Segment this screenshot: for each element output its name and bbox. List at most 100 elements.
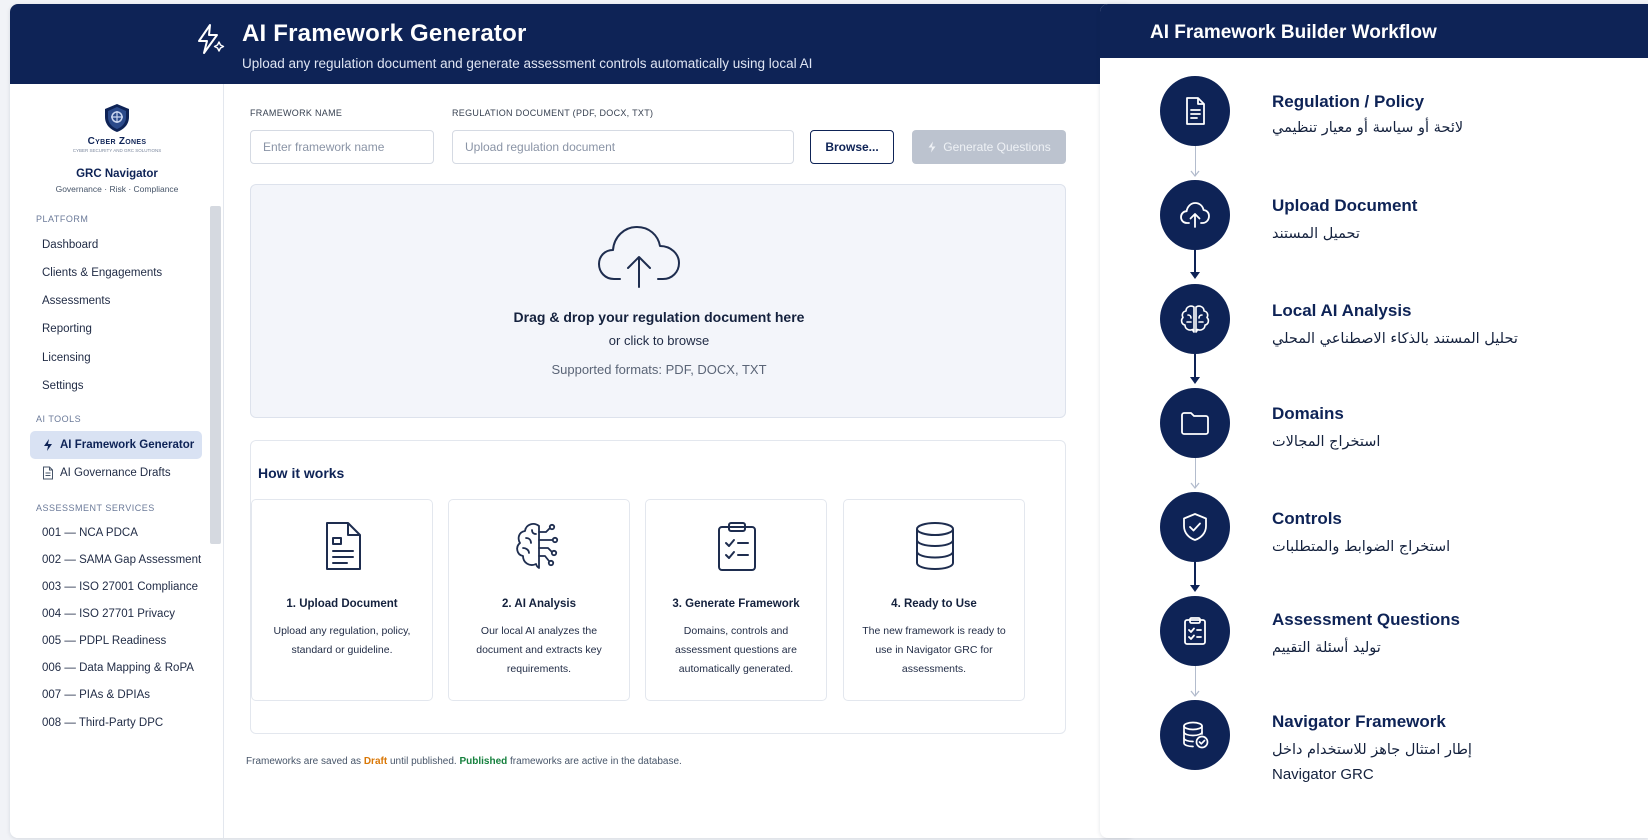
document-icon xyxy=(43,466,53,480)
how-step-description: The new framework is ready to use in Nav… xyxy=(862,625,1006,675)
workflow-header: AI Framework Builder Workflow xyxy=(1100,4,1648,58)
dropzone-title: Drag & drop your regulation document her… xyxy=(513,309,805,325)
how-step-description: Domains, controls and assessment questio… xyxy=(675,625,797,675)
arrow-down-icon xyxy=(1190,272,1200,279)
sidebar-item-clients-engagements[interactable]: Clients & Engagements xyxy=(42,267,162,279)
brain-icon xyxy=(516,523,559,569)
section-label-ai-tools: AI TOOLS xyxy=(36,414,82,424)
sidebar-item-dashboard[interactable]: Dashboard xyxy=(42,239,98,251)
sidebar: Cyber Zones CYBER SECURITY AND GRC SOLUT… xyxy=(10,84,224,838)
section-label-assessment-services: ASSESSMENT SERVICES xyxy=(36,503,155,513)
arrow-down-icon xyxy=(1190,170,1200,178)
document-icon xyxy=(326,522,361,570)
sidebar-item-label: AI Framework Generator xyxy=(60,439,195,451)
workflow-step-arabic: لائحة أو سياسة أو معيار تنظيمي xyxy=(1272,120,1464,136)
workflow-panel: AI Framework Builder Workflow Regulation… xyxy=(1100,4,1648,838)
document-icon xyxy=(1186,97,1205,125)
bolt-icon xyxy=(44,439,52,451)
sidebar-item-service-002[interactable]: 002 — SAMA Gap Assessment xyxy=(42,554,201,566)
clipboard-icon xyxy=(718,522,756,571)
sidebar-item-service-007[interactable]: 007 — PIAs & DPIAs xyxy=(42,689,150,701)
bolt-icon xyxy=(928,141,936,153)
sidebar-item-reporting[interactable]: Reporting xyxy=(42,323,92,335)
workflow-step-arabic: توليد أسئلة التقييم xyxy=(1272,640,1381,656)
workflow-step-title: Controls xyxy=(1272,509,1342,528)
how-step-title: 1. Upload Document xyxy=(286,598,398,610)
workflow-step-arabic: إطار امتثال جاهز للاستخدام داخل xyxy=(1272,742,1472,758)
folder-icon xyxy=(1181,412,1209,435)
sidebar-item-service-003[interactable]: 003 — ISO 27001 Compliance xyxy=(42,581,198,593)
cloud-upload-icon xyxy=(598,226,680,288)
workflow-step-product-name: Navigator GRC xyxy=(1272,766,1374,783)
how-step-title: 3. Generate Framework xyxy=(672,598,800,610)
workflow-step-circle xyxy=(1160,76,1230,146)
database-check-icon xyxy=(1183,721,1209,749)
section-label-platform: PLATFORM xyxy=(36,214,89,224)
dropzone-supported-formats: Supported formats: PDF, DOCX, TXT xyxy=(551,362,767,377)
regulation-document-input[interactable] xyxy=(452,130,794,164)
clipboard-icon xyxy=(1184,617,1206,645)
regulation-document-label: REGULATION DOCUMENT (PDF, DOCX, TXT) xyxy=(452,108,654,118)
how-step-card: 3. Generate Framework Domains, controls … xyxy=(645,499,827,701)
database-icon xyxy=(916,522,954,571)
sidebar-item-service-004[interactable]: 004 — ISO 27701 Privacy xyxy=(42,608,175,620)
page-header: AI Framework Generator Upload any regula… xyxy=(10,4,1134,84)
logo-tagline: CYBER SECURITY AND GRC SOLUTIONS xyxy=(72,148,162,153)
dropzone-browse-hint[interactable]: or click to browse xyxy=(251,333,1067,348)
how-step-title: 4. Ready to Use xyxy=(891,598,977,610)
sidebar-item-service-005[interactable]: 005 — PDPL Readiness xyxy=(42,635,166,647)
main-window: AI Framework Generator Upload any regula… xyxy=(10,4,1134,838)
sidebar-item-service-001[interactable]: 001 — NCA PDCA xyxy=(42,527,138,539)
workflow-step-circle xyxy=(1160,700,1230,770)
how-step-title: 2. AI Analysis xyxy=(502,598,576,610)
sparkle-bolt-icon xyxy=(198,24,225,54)
workflow-step-title: Domains xyxy=(1272,404,1344,423)
how-step-card: 4. Ready to Use The new framework is rea… xyxy=(843,499,1025,701)
workflow-step-title: Upload Document xyxy=(1272,196,1418,215)
brand-tagline: Governance · Risk · Compliance xyxy=(55,184,179,194)
note-prefix: Frameworks are saved as xyxy=(246,756,362,767)
workflow-step-arabic: تحليل المستند بالذكاء الاصطناعي المحلي xyxy=(1272,331,1518,347)
page-title: AI Framework Generator xyxy=(242,20,527,47)
arrow-down-icon xyxy=(1190,690,1200,698)
sidebar-item-ai-governance-drafts[interactable]: AI Governance Drafts xyxy=(60,467,171,479)
brand-name: GRC Navigator xyxy=(76,168,158,180)
brain-icon xyxy=(1180,305,1210,333)
cloud-upload-icon xyxy=(1180,202,1210,228)
shield-logo-icon xyxy=(105,104,129,132)
workflow-step-circle xyxy=(1160,492,1230,562)
browse-button[interactable]: Browse... xyxy=(810,130,894,164)
workflow-step-arabic: استخراج الضوابط والمتطلبات xyxy=(1272,539,1451,555)
workflow-step-title: Assessment Questions xyxy=(1272,610,1461,629)
draft-publish-note: Frameworks are saved as Draft until publ… xyxy=(246,756,682,767)
how-it-works-panel: How it works 1. Upload Document Upload a… xyxy=(250,440,1066,734)
workflow-step-circle xyxy=(1160,284,1230,354)
published-status-label: Published xyxy=(459,756,508,767)
how-step-description: Upload any regulation, policy, standard … xyxy=(273,625,411,656)
workflow-title: AI Framework Builder Workflow xyxy=(1150,22,1437,43)
note-suffix: frameworks are active in the database. xyxy=(510,756,682,767)
sidebar-scrollbar[interactable] xyxy=(210,206,221,544)
generate-questions-button[interactable]: Generate Questions xyxy=(912,130,1066,164)
framework-name-input[interactable] xyxy=(250,130,434,164)
brand-logo: Cyber Zones CYBER SECURITY AND GRC SOLUT… xyxy=(10,102,224,153)
how-step-card: 2. AI Analysis Our local AI analyzes the… xyxy=(448,499,630,701)
how-step-description: Our local AI analyzes the document and e… xyxy=(476,625,602,675)
workflow-step-circle xyxy=(1160,596,1230,666)
workflow-step-arabic: استخراج المجالات xyxy=(1272,434,1381,450)
sidebar-item-licensing[interactable]: Licensing xyxy=(42,352,91,364)
note-middle: until published. xyxy=(389,756,457,767)
sidebar-item-service-006[interactable]: 006 — Data Mapping & RoPA xyxy=(42,662,194,674)
sidebar-item-settings[interactable]: Settings xyxy=(42,380,84,392)
how-step-card: 1. Upload Document Upload any regulation… xyxy=(251,499,433,701)
workflow-step-title: Local AI Analysis xyxy=(1272,301,1412,320)
sidebar-item-service-008[interactable]: 008 — Third-Party DPC xyxy=(42,717,163,729)
workflow-step-arabic: تحميل المستند xyxy=(1272,226,1360,242)
shield-check-icon xyxy=(1183,513,1207,541)
file-dropzone[interactable]: Drag & drop your regulation document her… xyxy=(250,184,1066,418)
arrow-down-icon xyxy=(1190,482,1200,490)
how-it-works-title: How it works xyxy=(258,465,345,481)
sidebar-item-assessments[interactable]: Assessments xyxy=(42,295,110,307)
page-subtitle: Upload any regulation document and gener… xyxy=(242,56,813,71)
arrow-down-icon xyxy=(1190,585,1200,592)
